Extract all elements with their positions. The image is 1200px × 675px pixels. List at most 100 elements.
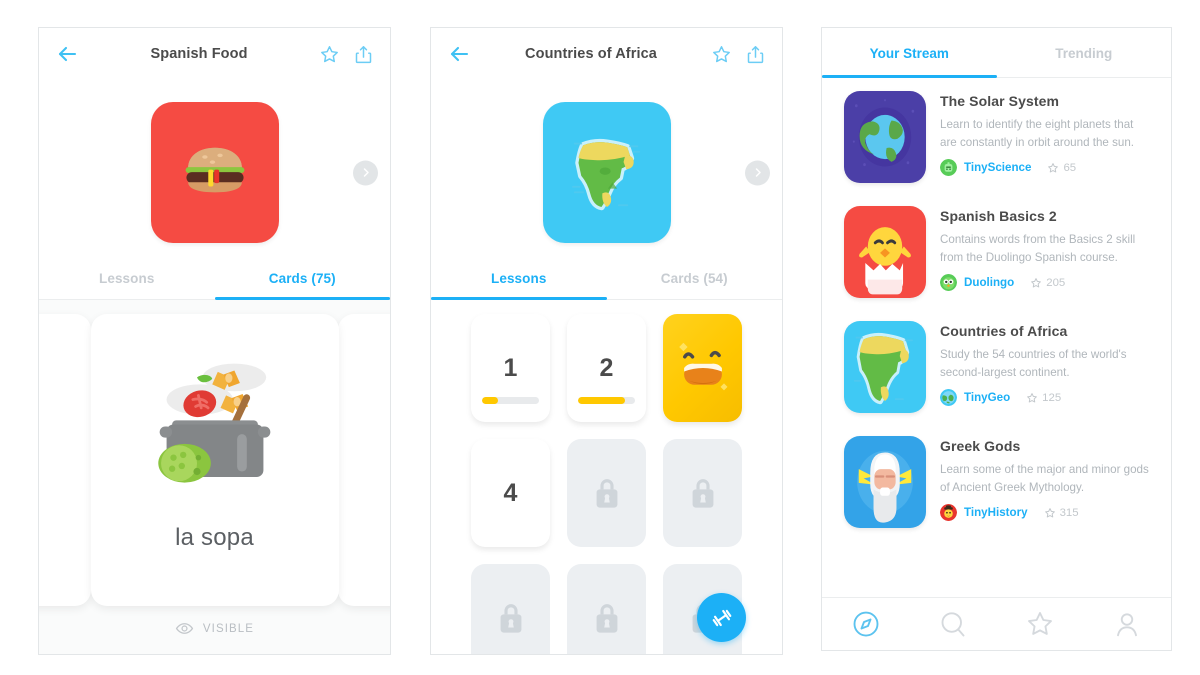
item-title: Countries of Africa: [940, 323, 1068, 339]
item-body: The Solar System Learn to identify the e…: [940, 91, 1153, 183]
hatching-chick-icon: [844, 206, 926, 298]
africa-map-icon: [542, 102, 671, 243]
cooking-pot-soup-icon: [157, 363, 270, 483]
star-outline-icon: [1048, 162, 1059, 173]
screenshot-stage: Spanish Food Lessons Cards (75) la sopa …: [0, 0, 1200, 675]
tinygeo-avatar-icon: [940, 389, 957, 407]
tinyhistory-avatar-icon: [940, 504, 957, 522]
list-item[interactable]: The Solar System Learn to identify the e…: [822, 78, 1171, 193]
list-item[interactable]: Countries of Africa Study the 54 countri…: [822, 308, 1171, 423]
dumbbell-icon: [712, 609, 731, 626]
earth-space-icon: [844, 91, 926, 183]
item-meta: TinyHistory 315: [940, 504, 1153, 522]
item-star-count: 315: [1044, 507, 1079, 519]
back-arrow-icon[interactable]: [447, 42, 471, 66]
header-actions: [319, 44, 374, 65]
next-deck-button[interactable]: [353, 160, 378, 185]
item-meta: TinyGeo 125: [940, 389, 1153, 407]
star-count-value: 315: [1059, 506, 1079, 519]
star-outline-icon: [1027, 392, 1038, 403]
item-description: Learn to identify the eight planets that…: [940, 118, 1134, 149]
item-author[interactable]: TinyGeo: [964, 391, 1010, 404]
lesson-tile[interactable]: 4: [471, 439, 550, 547]
item-author[interactable]: TinyHistory: [964, 506, 1028, 519]
back-arrow-icon[interactable]: [55, 42, 79, 66]
nav-starred[interactable]: [997, 609, 1084, 639]
lesson-number: 4: [503, 478, 518, 507]
star-count-value: 125: [1042, 391, 1062, 404]
deck-hero: [39, 80, 390, 265]
lesson-tile[interactable]: 1: [471, 314, 550, 422]
list-item[interactable]: Spanish Basics 2 Contains words from the…: [822, 193, 1171, 308]
lock-icon: [596, 604, 617, 633]
item-meta: Duolingo 205: [940, 274, 1153, 292]
grinning-face-icon: [678, 342, 727, 391]
share-icon[interactable]: [353, 44, 374, 65]
deck-header: Spanish Food: [39, 28, 390, 80]
card-previous[interactable]: [39, 314, 91, 606]
lesson-number: 2: [599, 353, 614, 382]
visibility-label: VISIBLE: [202, 622, 255, 635]
star-count-value: 205: [1046, 276, 1066, 289]
item-title: Spanish Basics 2: [940, 208, 1057, 224]
lesson-tile-locked[interactable]: [471, 564, 550, 654]
stream-tabs: Your Stream Trending: [822, 28, 1171, 78]
lesson-tile[interactable]: 2: [567, 314, 646, 422]
tab-trending[interactable]: Trending: [997, 28, 1172, 77]
deck-header: Countries of Africa: [431, 28, 782, 80]
panel-spanish-food-deck: Spanish Food Lessons Cards (75) la sopa …: [38, 27, 391, 655]
eye-icon: [175, 623, 194, 634]
tab-lessons[interactable]: Lessons: [39, 265, 215, 299]
item-meta: TinyScience 65: [940, 159, 1153, 177]
bottom-navigation: [822, 597, 1171, 650]
africa-map-icon: [844, 321, 926, 413]
card-carousel[interactable]: la sopa VISIBLE: [39, 300, 390, 654]
lock-icon: [500, 604, 521, 633]
lesson-tile-locked[interactable]: [567, 564, 646, 654]
compass-icon: [853, 611, 879, 637]
tab-cards[interactable]: Cards (54): [607, 265, 783, 299]
item-author[interactable]: TinyScience: [964, 161, 1031, 174]
person-icon: [1117, 613, 1138, 637]
chevron-right-icon: [755, 168, 761, 177]
next-deck-button[interactable]: [745, 160, 770, 185]
hamburger-icon: [150, 102, 279, 243]
panel-countries-africa-deck: Countries of Africa Lessons Cards (54) 1…: [430, 27, 783, 655]
tab-lessons[interactable]: Lessons: [431, 265, 607, 299]
share-icon[interactable]: [745, 44, 766, 65]
lock-icon: [692, 479, 713, 508]
tab-your-stream[interactable]: Your Stream: [822, 28, 997, 77]
star-outline-icon[interactable]: [711, 44, 732, 65]
tinyscience-avatar-icon: [940, 159, 957, 177]
item-description: Learn some of the major and minor gods o…: [940, 463, 1149, 494]
item-star-count: 205: [1030, 277, 1065, 289]
nav-search[interactable]: [909, 609, 996, 639]
flashcard[interactable]: la sopa: [90, 314, 339, 606]
lesson-number: 1: [503, 353, 518, 382]
item-body: Countries of Africa Study the 54 countri…: [940, 321, 1153, 413]
panel-stream: Your Stream Trending The Solar System Le…: [821, 27, 1172, 651]
page-title: Spanish Food: [150, 46, 248, 62]
star-outline-icon[interactable]: [319, 44, 340, 65]
star-outline-icon: [1031, 277, 1042, 288]
lesson-tile-completed[interactable]: [663, 314, 742, 422]
visibility-toggle[interactable]: VISIBLE: [39, 619, 390, 638]
item-author[interactable]: Duolingo: [964, 276, 1014, 289]
nav-profile[interactable]: [1084, 609, 1171, 639]
lesson-grid: 1 2 4: [431, 300, 782, 654]
card-next[interactable]: [338, 314, 390, 606]
lesson-tile-locked[interactable]: [567, 439, 646, 547]
star-outline-icon: [1044, 507, 1055, 518]
item-title: The Solar System: [940, 93, 1060, 109]
practice-button[interactable]: [697, 593, 746, 642]
deck-tabs: Lessons Cards (54): [431, 265, 782, 300]
tab-underline: [822, 75, 997, 78]
lesson-progress-bar: [482, 397, 539, 404]
star-outline-icon: [1028, 612, 1053, 635]
nav-discover[interactable]: [822, 609, 909, 639]
list-item[interactable]: Greek Gods Learn some of the major and m…: [822, 423, 1171, 538]
item-description: Contains words from the Basics 2 skill f…: [940, 233, 1136, 264]
item-star-count: 125: [1026, 392, 1061, 404]
lesson-tile-locked[interactable]: [663, 439, 742, 547]
tab-cards[interactable]: Cards (75): [215, 265, 391, 299]
